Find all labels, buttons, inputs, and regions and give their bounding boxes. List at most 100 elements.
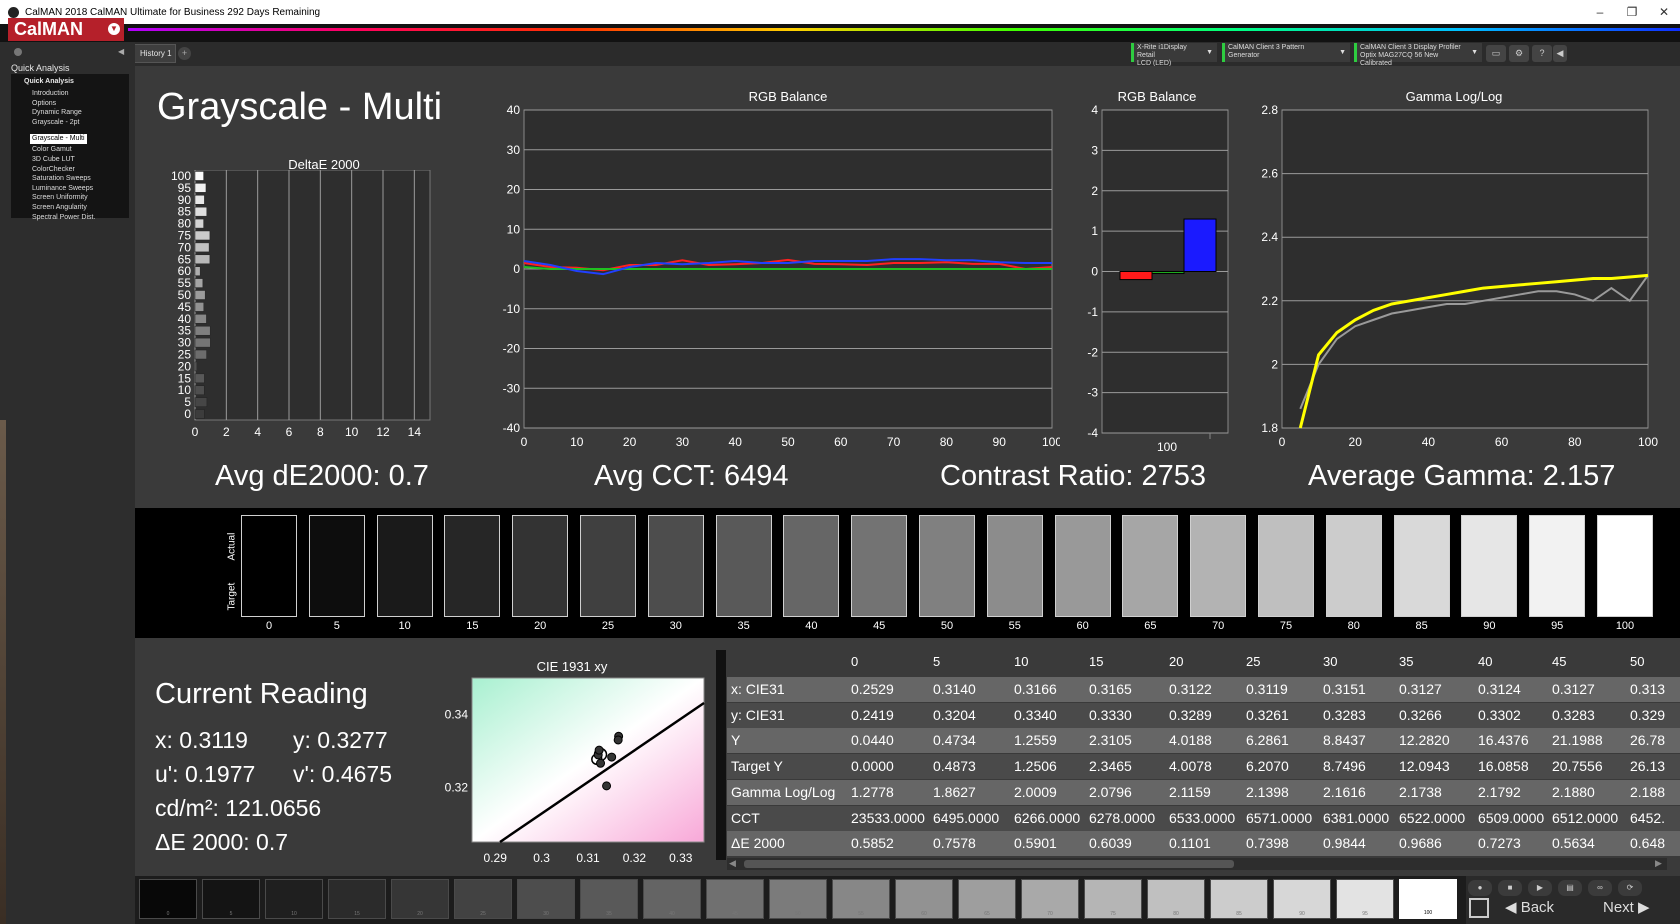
collapse-left-icon[interactable]: ◀ [118, 47, 124, 56]
sidebar-item-screen-uniformity[interactable]: Screen Uniformity [32, 193, 95, 203]
save-icon[interactable]: ▤ [1558, 880, 1582, 896]
film-thumbnail[interactable]: 45 [706, 879, 764, 919]
device-display[interactable]: CalMAN Client 3 Display Profiler Optix M… [1354, 43, 1482, 67]
film-thumbnail[interactable]: 70 [1021, 879, 1079, 919]
deltae-plot-area [194, 170, 431, 421]
film-label: 40 [669, 911, 675, 917]
film-thumbnail[interactable]: 10 [265, 879, 323, 919]
minimize-button[interactable]: – [1584, 0, 1616, 24]
swatch[interactable] [1190, 515, 1247, 617]
film-thumbnail[interactable]: 0 [139, 879, 197, 919]
deltae-bar [194, 314, 207, 324]
table-cell: 0.3261 [1246, 706, 1289, 723]
stop-measure-icon[interactable] [1469, 898, 1489, 918]
avg-de-stat: Avg dE2000: 0.7 [215, 460, 429, 492]
film-thumbnail[interactable]: 80 [1147, 879, 1205, 919]
table-scroll-thumb[interactable] [744, 860, 1234, 868]
swatch[interactable] [1529, 515, 1586, 617]
film-thumbnail[interactable]: 20 [391, 879, 449, 919]
back-button[interactable]: ◀ Back [1505, 898, 1554, 918]
swatch[interactable] [715, 515, 772, 617]
gamma-plot-area [1281, 109, 1649, 429]
scroll-left-icon[interactable]: ◀ [729, 858, 736, 869]
next-button[interactable]: Next ▶ [1603, 898, 1650, 918]
cie-x-tick: 0.29 [484, 851, 508, 865]
film-thumbnail[interactable]: 5 [202, 879, 260, 919]
close-button[interactable]: ✕ [1648, 0, 1680, 24]
swatch[interactable] [580, 515, 636, 617]
swatch[interactable] [1054, 515, 1111, 617]
swatch[interactable] [1258, 515, 1314, 617]
film-thumbnail[interactable]: 95 [1336, 879, 1394, 919]
film-thumbnail[interactable]: 35 [580, 879, 638, 919]
film-thumbnail[interactable]: 75 [1084, 879, 1142, 919]
swatch[interactable] [1393, 515, 1450, 617]
swatch[interactable] [1461, 515, 1518, 617]
swatch[interactable] [512, 515, 569, 617]
swatch[interactable] [783, 515, 840, 617]
film-label: 65 [984, 911, 990, 917]
swatch[interactable] [647, 515, 704, 617]
chevron-down-icon: ▼ [108, 23, 120, 35]
film-thumbnail[interactable]: 15 [328, 879, 386, 919]
sidebar-item-screen-angularity[interactable]: Screen Angularity [32, 203, 95, 213]
restore-button[interactable]: ❐ [1616, 0, 1648, 24]
swatch[interactable] [1597, 515, 1653, 617]
device-pattern-generator[interactable]: CalMAN Client 3 Pattern Generator ▼ [1222, 43, 1350, 62]
sidebar-item-saturation-sweeps[interactable]: Saturation Sweeps [32, 174, 95, 184]
table-cell: 1.8627 [933, 783, 976, 800]
table-cell: 0.1101 [1169, 835, 1211, 852]
collapse-icon[interactable]: ◀ [1553, 45, 1567, 62]
pin-icon[interactable] [14, 48, 22, 56]
add-tab-icon[interactable]: + [178, 47, 191, 60]
film-thumbnail[interactable]: 40 [643, 879, 701, 919]
gear-icon[interactable]: ⚙ [1509, 45, 1529, 62]
sidebar-item-options[interactable]: Options [32, 99, 95, 109]
play-icon[interactable]: ▶ [1528, 880, 1552, 896]
tab-history-1[interactable]: History 1 [134, 44, 176, 63]
sidebar-item-3d-cube-lut[interactable]: 3D Cube LUT [32, 155, 95, 165]
sidebar-item-spectral-power[interactable]: Spectral Power Dist. [32, 213, 95, 223]
gamma-y-tick: 1.8 [1261, 421, 1278, 435]
help-icon[interactable]: ? [1532, 45, 1552, 62]
record-icon[interactable]: ● [1468, 880, 1492, 896]
film-thumbnail[interactable]: 60 [895, 879, 953, 919]
swatch[interactable] [986, 515, 1043, 617]
film-thumbnail[interactable]: 65 [958, 879, 1016, 919]
swatch[interactable] [1122, 515, 1179, 617]
swatch[interactable] [241, 515, 297, 617]
monitor-icon[interactable]: ▭ [1486, 45, 1506, 62]
film-thumbnail[interactable]: 90 [1273, 879, 1331, 919]
film-thumbnail[interactable]: 85 [1210, 879, 1268, 919]
link-icon[interactable]: ∞ [1588, 880, 1612, 896]
swatch-label: 100 [1615, 620, 1635, 632]
sidebar-item-introduction[interactable]: Introduction [32, 89, 95, 99]
film-thumbnail[interactable]: 50 [769, 879, 827, 919]
stop-icon[interactable]: ■ [1498, 880, 1522, 896]
swatch[interactable] [376, 515, 433, 617]
sidebar-item-color-gamut[interactable]: Color Gamut [32, 145, 95, 155]
device-meter[interactable]: X-Rite i1Display Retail LCD (LED) ▼ [1131, 43, 1217, 67]
table-cell: 6278.0000 [1089, 809, 1156, 826]
workflow-group[interactable]: Quick Analysis [24, 78, 74, 85]
film-thumbnail[interactable]: 30 [517, 879, 575, 919]
swatch[interactable] [308, 515, 365, 617]
film-thumbnail[interactable]: 55 [832, 879, 890, 919]
refresh-icon[interactable]: ⟳ [1618, 880, 1642, 896]
swatch[interactable] [1325, 515, 1382, 617]
sidebar-item-grayscale-multi[interactable]: Grayscale - Multi [30, 134, 87, 144]
deltae-bar [194, 325, 211, 336]
calman-menu-button[interactable]: CalMAN ▼ [8, 18, 124, 41]
film-thumbnail[interactable]: 25 [454, 879, 512, 919]
film-thumbnail[interactable]: 100 [1399, 879, 1457, 919]
sidebar-item-grayscale-2pt[interactable]: Grayscale - 2pt [32, 118, 95, 128]
swatch[interactable] [444, 515, 501, 617]
deltae-bar [194, 171, 204, 181]
scroll-right-icon[interactable]: ▶ [1655, 858, 1662, 869]
sidebar-item-colorchecker[interactable]: ColorChecker [32, 165, 95, 175]
table-cell: 0.3122 [1169, 681, 1212, 697]
sidebar-item-dynamic-range[interactable]: Dynamic Range [32, 108, 95, 118]
sidebar-item-luminance-sweeps[interactable]: Luminance Sweeps [32, 184, 95, 194]
swatch[interactable] [851, 515, 908, 617]
swatch[interactable] [919, 515, 975, 617]
